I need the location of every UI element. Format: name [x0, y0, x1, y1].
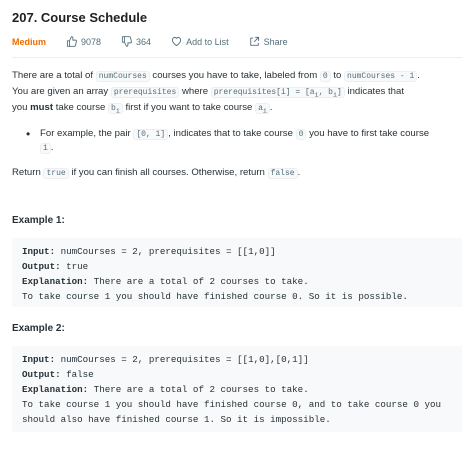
add-to-list-label: Add to List — [186, 36, 229, 47]
like-button[interactable]: 9078 — [66, 36, 101, 47]
heart-icon — [172, 36, 182, 47]
inline-code: true — [43, 168, 69, 179]
thumbs-down-icon — [121, 36, 132, 47]
bullet-item-line-2: 1. — [40, 140, 462, 157]
add-to-list-button[interactable]: Add to List — [171, 36, 229, 47]
example-2-code-block: Input: numCourses = 2, prerequisites = [… — [12, 346, 462, 432]
inline-code: 1 — [40, 143, 51, 154]
inline-code: ai — [255, 103, 270, 115]
share-button[interactable]: Share — [249, 36, 288, 47]
example-1-heading: Example 1: — [12, 215, 65, 226]
inline-code: prerequisites — [110, 87, 180, 98]
inline-code: bi — [108, 103, 123, 115]
example-2-heading: Example 2: — [12, 323, 65, 334]
header-divider — [12, 57, 462, 58]
difficulty-badge: Medium — [12, 36, 47, 47]
return-paragraph: Return true if you can finish all course… — [12, 167, 301, 179]
bullet-dot: • — [26, 127, 31, 141]
thumbs-up-icon — [66, 36, 77, 47]
description-paragraph-1: There are a total of numCourses courses … — [12, 70, 420, 82]
like-count: 9078 — [81, 36, 102, 47]
share-label: Share — [263, 36, 288, 47]
description-paragraph-3: you must take course bi first if you wan… — [12, 102, 273, 115]
inline-code: numCourses — [95, 71, 150, 82]
inline-code: 0 — [319, 71, 331, 82]
problem-title: 207. Course Schedule — [12, 10, 148, 25]
inline-code: prerequisites[i] = [ai, bi] — [210, 87, 345, 99]
must-emphasis: must — [30, 102, 54, 113]
inline-code: numCourses - 1 — [344, 71, 418, 82]
inline-code: 0 — [295, 129, 307, 140]
share-icon — [249, 36, 259, 46]
inline-code: false — [267, 168, 298, 179]
problem-meta-bar: Medium 9078 364 Add to List Share — [12, 36, 288, 47]
example-1-code-block: Input: numCourses = 2, prerequisites = [… — [12, 238, 462, 307]
inline-code: [0, 1] — [133, 129, 169, 140]
dislike-count: 364 — [136, 36, 152, 47]
dislike-button[interactable]: 364 — [121, 36, 151, 47]
